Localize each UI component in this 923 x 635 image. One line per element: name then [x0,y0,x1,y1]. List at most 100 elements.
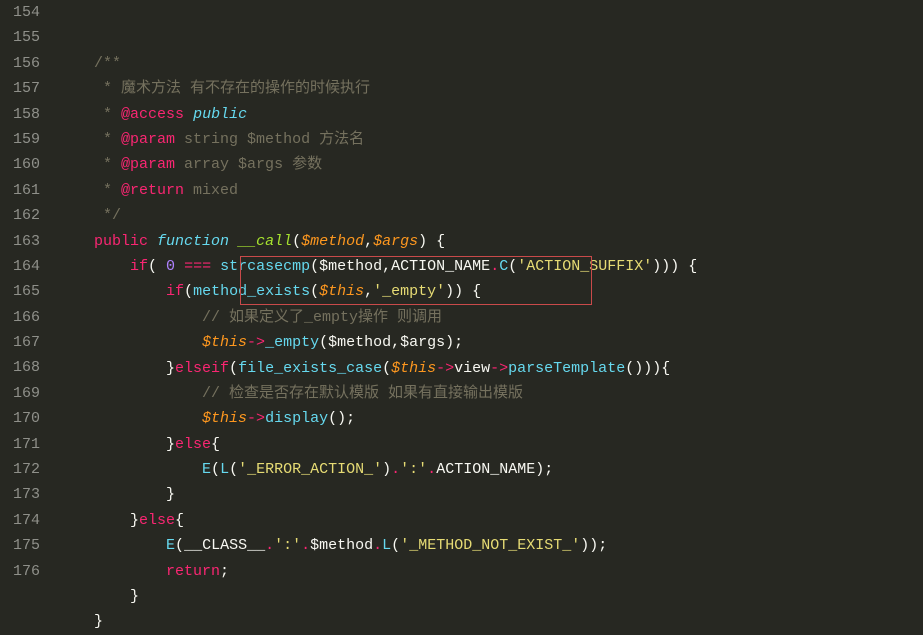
code-line[interactable]: * @param array $args 参数 [58,152,923,177]
code-token: public [94,233,148,250]
code-token [211,258,220,275]
line-number: 174 [12,508,40,533]
code-token: ( [229,360,238,377]
code-token: $method [328,334,391,351]
code-token: ( [229,461,238,478]
code-line[interactable]: * @access public [58,102,923,127]
code-line[interactable]: }elseif(file_exists_case($this->view->pa… [58,356,923,381]
code-token [229,233,238,250]
code-token [58,410,202,427]
code-token: ACTION_NAME [391,258,490,275]
code-token: , [364,283,373,300]
line-number: 164 [12,254,40,279]
code-token: * [103,106,121,123]
code-token: view [454,360,490,377]
code-token: , [382,258,391,275]
code-token: $this [202,334,247,351]
code-line[interactable]: $this->_empty($method,$args); [58,330,923,355]
line-number: 160 [12,152,40,177]
line-number: 162 [12,203,40,228]
code-token: * 魔术方法 有不存在的操作的时候执行 [103,80,370,97]
code-token: -> [247,334,265,351]
code-token: */ [103,207,121,224]
line-number: 161 [12,178,40,203]
code-token: _empty [265,334,319,351]
code-line[interactable]: * 魔术方法 有不存在的操作的时候执行 [58,76,923,101]
code-token: { [211,436,220,453]
code-token: === [184,258,211,275]
code-token [58,563,166,580]
code-token: function [157,233,229,250]
code-token: ( [184,283,193,300]
code-token: $args [373,233,418,250]
code-token: ( [175,537,184,554]
code-token: } [58,613,103,630]
code-line[interactable]: if( 0 === strcasecmp($method,ACTION_NAME… [58,254,923,279]
code-line[interactable]: E(__CLASS__.':'.$method.L('_METHOD_NOT_E… [58,533,923,558]
code-token: 0 [166,258,175,275]
code-token: L [382,537,391,554]
code-token [184,106,193,123]
code-editor-content[interactable]: /** * 魔术方法 有不存在的操作的时候执行 * @access public… [58,0,923,586]
line-number: 173 [12,482,40,507]
code-token: else [139,512,175,529]
line-number: 165 [12,279,40,304]
code-token: . [391,461,400,478]
line-number: 166 [12,305,40,330]
code-token [58,207,103,224]
code-token: $this [202,410,247,427]
code-line[interactable]: }else{ [58,432,923,457]
code-token: ) { [418,233,445,250]
code-line[interactable]: */ [58,203,923,228]
line-number: 158 [12,102,40,127]
code-token: strcasecmp [220,258,310,275]
code-token: display [265,410,328,427]
line-number: 169 [12,381,40,406]
line-number: 156 [12,51,40,76]
code-token: // 检查是否存在默认模版 如果有直接输出模版 [202,385,523,402]
code-token: '_METHOD_NOT_EXIST_' [400,537,580,554]
code-token [58,131,103,148]
code-line[interactable]: // 如果定义了_empty操作 则调用 [58,305,923,330]
code-token [58,80,103,97]
code-line[interactable]: } [58,609,923,634]
code-token [58,156,103,173]
code-line[interactable]: }else{ [58,508,923,533]
line-number: 171 [12,432,40,457]
code-token: ))) { [652,258,697,275]
line-number: 175 [12,533,40,558]
code-token: ; [220,563,229,580]
code-token [58,233,94,250]
line-number: 163 [12,229,40,254]
code-token [148,233,157,250]
code-token: ( [148,258,166,275]
code-line[interactable]: return; [58,559,923,584]
code-token: . [265,537,274,554]
line-number: 176 [12,559,40,584]
code-line[interactable]: * @param string $method 方法名 [58,127,923,152]
code-token [58,461,202,478]
code-line[interactable]: public function __call($method,$args) { [58,229,923,254]
code-line[interactable]: /** [58,51,923,76]
code-token: * [103,131,121,148]
code-token: @return [121,182,184,199]
code-line[interactable]: E(L('_ERROR_ACTION_').':'.ACTION_NAME); [58,457,923,482]
code-token: } [58,486,175,503]
line-number-gutter: 1541551561571581591601611621631641651661… [0,0,58,586]
code-line[interactable]: // 检查是否存在默认模版 如果有直接输出模版 [58,381,923,406]
code-token: return [166,563,220,580]
code-token [58,283,166,300]
code-line[interactable]: if(method_exists($this,'_empty')) { [58,279,923,304]
code-line[interactable]: } [58,584,923,609]
code-token: )); [580,537,607,554]
code-line[interactable]: * @return mixed [58,178,923,203]
code-token: { [175,512,184,529]
code-token: @param [121,156,175,173]
code-token: } [58,360,175,377]
code-token: public [193,106,247,123]
code-line[interactable]: $this->display(); [58,406,923,431]
code-token: . [373,537,382,554]
code-token: } [58,436,175,453]
code-line[interactable]: } [58,482,923,507]
code-token: __CLASS__ [184,537,265,554]
